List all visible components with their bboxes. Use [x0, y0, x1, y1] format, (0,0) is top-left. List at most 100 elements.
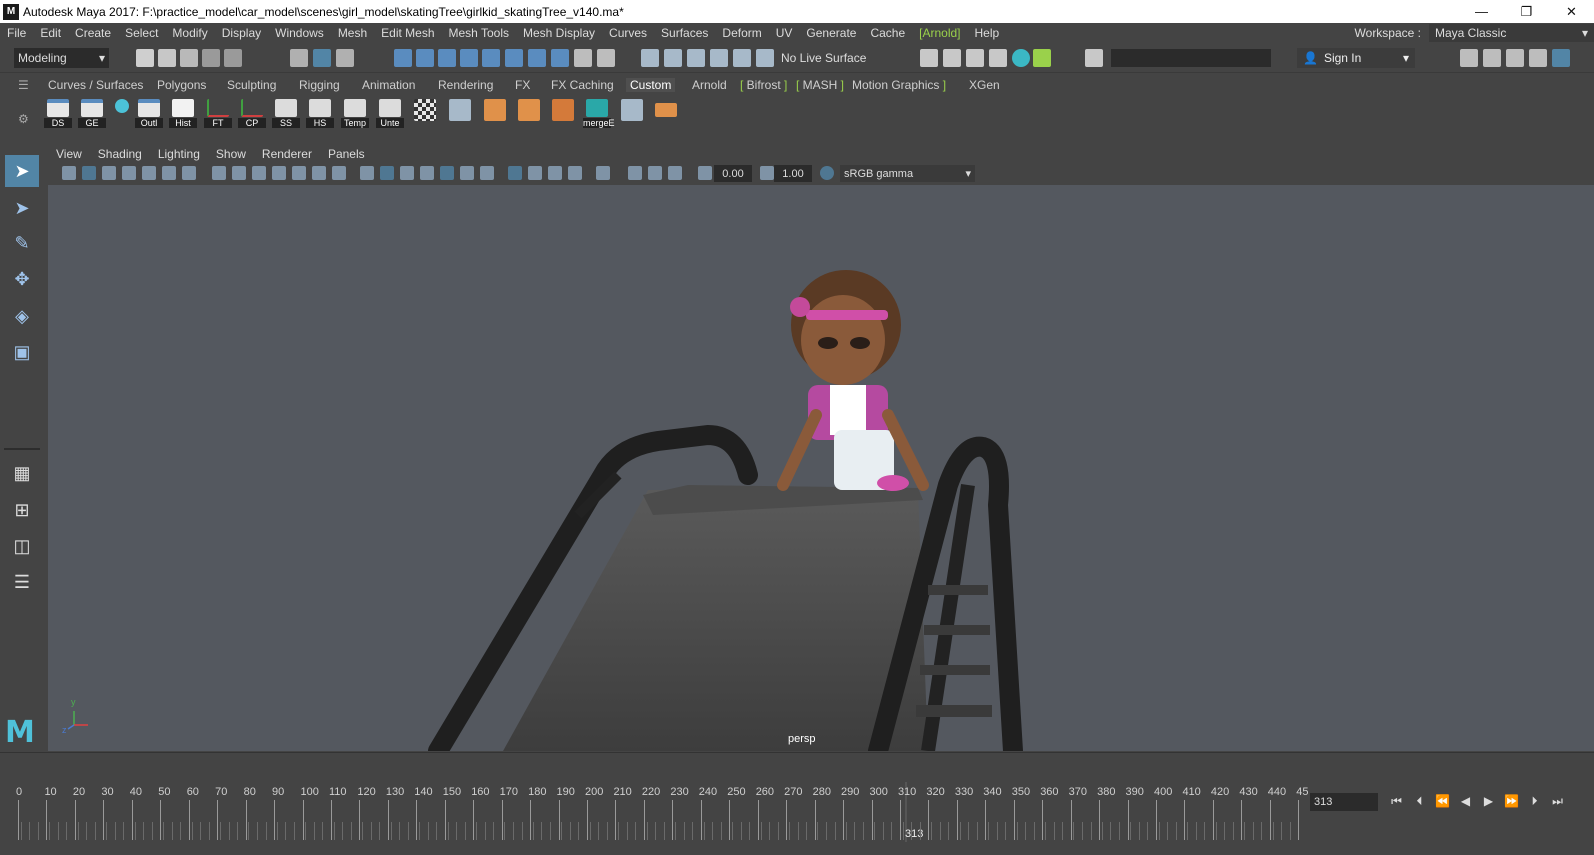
shelf-button-flip[interactable]	[652, 99, 680, 131]
rotate-tool-button[interactable]: ◈	[5, 300, 39, 332]
menu-modify[interactable]: Modify	[165, 26, 214, 40]
panel-menu-lighting[interactable]: Lighting	[150, 147, 208, 161]
outliner-view-button[interactable]: ☰	[5, 566, 39, 598]
tab-animation[interactable]: Animation	[362, 78, 415, 92]
tab-arnold[interactable]: Arnold	[692, 78, 727, 92]
step-back-key-icon[interactable]: ⏪	[1431, 791, 1454, 811]
single-view-button[interactable]: ▦	[5, 457, 39, 489]
image-plane-icon[interactable]	[122, 166, 136, 180]
shelf-button-combine[interactable]	[549, 99, 577, 131]
exposure-icon[interactable]	[698, 166, 712, 180]
shelf-button-ge[interactable]: GE	[78, 99, 106, 131]
menu-create[interactable]: Create	[68, 26, 118, 40]
shelf-button-cube-orange[interactable]	[481, 99, 509, 131]
wireframe-shade-icon[interactable]	[292, 166, 306, 180]
construction-history-icon[interactable]	[687, 49, 705, 67]
snap-point-icon[interactable]	[438, 49, 456, 67]
select-tool-icon[interactable]	[597, 49, 615, 67]
panel-menu-show[interactable]: Show	[208, 147, 254, 161]
snap-live-icon[interactable]	[505, 49, 523, 67]
sign-in-button[interactable]: 👤 Sign In ▾	[1297, 48, 1415, 68]
select-object-icon[interactable]	[313, 49, 331, 67]
command-field[interactable]	[1111, 49, 1271, 67]
grid-icon[interactable]	[142, 166, 156, 180]
shelf-button-sphere[interactable]	[108, 99, 136, 131]
shelf-button-move-pivot[interactable]	[446, 99, 474, 131]
ambient-occlusion-icon[interactable]	[480, 166, 494, 180]
four-view-button[interactable]: ⊞	[5, 494, 39, 526]
snap-vertex-icon[interactable]	[528, 49, 546, 67]
menu-set-dropdown[interactable]: Modeling ▾	[14, 48, 109, 68]
bookmark-icon[interactable]	[102, 166, 116, 180]
go-to-end-icon[interactable]: ⏭	[1546, 791, 1569, 811]
time-slider[interactable]: 313 0 10 20 30 40 50 60 70 80 90 100 110 120 130 140 15…	[0, 782, 1309, 842]
wireframe-on-shaded-icon[interactable]	[332, 166, 346, 180]
shelf-button-outl[interactable]: Outl	[135, 99, 163, 131]
sidebar-toggle-icon[interactable]	[1085, 49, 1103, 67]
menu-surfaces[interactable]: Surfaces	[654, 26, 715, 40]
current-frame-field[interactable]: 313	[1310, 793, 1378, 811]
play-backwards-icon[interactable]: ◀	[1454, 791, 1477, 811]
arnold-render-icon[interactable]	[1033, 49, 1051, 67]
tab-sculpting[interactable]: Sculpting	[227, 78, 276, 92]
shelf-button-ft[interactable]: FT	[204, 99, 232, 131]
snap-grid-icon[interactable]	[394, 49, 412, 67]
render-settings-icon[interactable]	[989, 49, 1007, 67]
help-icon[interactable]	[551, 49, 569, 67]
tool-settings-icon[interactable]	[1506, 49, 1524, 67]
shadows-icon[interactable]	[440, 166, 454, 180]
menu-select[interactable]: Select	[118, 26, 165, 40]
workspace-dropdown[interactable]: Maya Classic ▾	[1429, 24, 1594, 42]
output-ops-icon[interactable]	[664, 49, 682, 67]
menu-file[interactable]: File	[0, 26, 33, 40]
close-button[interactable]: ✕	[1549, 0, 1594, 23]
step-back-frame-icon[interactable]: ⏴	[1408, 791, 1431, 811]
move-tool-button[interactable]: ✥	[5, 263, 39, 295]
select-tool-button[interactable]: ➤	[5, 155, 39, 187]
two-view-button[interactable]: ◫	[5, 530, 39, 562]
panel-menu-panels[interactable]: Panels	[320, 147, 373, 161]
play-forwards-icon[interactable]: ▶	[1477, 791, 1500, 811]
use-all-lights-icon[interactable]	[420, 166, 434, 180]
step-forward-frame-icon[interactable]: ⏵	[1523, 791, 1546, 811]
render-frame-icon[interactable]	[943, 49, 961, 67]
shelf-button-ss[interactable]: SS	[272, 99, 300, 131]
menu-mesh-tools[interactable]: Mesh Tools	[442, 26, 516, 40]
magnet-icon[interactable]	[756, 49, 774, 67]
tab-polygons[interactable]: Polygons	[157, 78, 206, 92]
go-to-start-icon[interactable]: ⏮	[1385, 791, 1408, 811]
xray-icon[interactable]	[360, 166, 374, 180]
tab-fx[interactable]: FX	[515, 78, 530, 92]
safe-title-icon[interactable]	[272, 166, 286, 180]
new-scene-icon[interactable]	[136, 49, 154, 67]
camera-icon[interactable]	[62, 166, 76, 180]
color-management-icon[interactable]	[820, 166, 834, 180]
scale-tool-button[interactable]: ▣	[5, 336, 39, 368]
frame-all-icon[interactable]	[668, 166, 682, 180]
panel-menu-view[interactable]: View	[48, 147, 90, 161]
film-gate-icon[interactable]	[162, 166, 176, 180]
snap-view-plane-icon[interactable]	[460, 49, 478, 67]
wireframe-icon[interactable]	[212, 166, 226, 180]
exposure-field[interactable]: 0.00	[714, 165, 752, 182]
menu-mesh[interactable]: Mesh	[331, 26, 374, 40]
textured-icon[interactable]	[400, 166, 414, 180]
tab-custom[interactable]: Custom	[626, 78, 676, 92]
shelf-button-bridge[interactable]	[618, 99, 646, 131]
select-component-icon[interactable]	[336, 49, 354, 67]
save-scene-icon[interactable]	[180, 49, 198, 67]
anti-alias-icon[interactable]	[548, 166, 562, 180]
menu-generate[interactable]: Generate	[799, 26, 863, 40]
tab-curves-surfaces[interactable]: Curves / Surfaces	[48, 78, 143, 92]
menu-windows[interactable]: Windows	[268, 26, 331, 40]
default-material-icon[interactable]	[380, 166, 394, 180]
tab-xgen[interactable]: XGen	[969, 78, 1000, 92]
shelf-button-mergee[interactable]: mergeE	[583, 99, 615, 131]
safe-action-icon[interactable]	[252, 166, 266, 180]
menu-mesh-display[interactable]: Mesh Display	[516, 26, 602, 40]
hypershade-icon[interactable]	[1012, 49, 1030, 67]
ipr-render-icon[interactable]	[966, 49, 984, 67]
lighting-icon[interactable]	[460, 166, 474, 180]
lock-icon[interactable]	[574, 49, 592, 67]
menu-curves[interactable]: Curves	[602, 26, 654, 40]
